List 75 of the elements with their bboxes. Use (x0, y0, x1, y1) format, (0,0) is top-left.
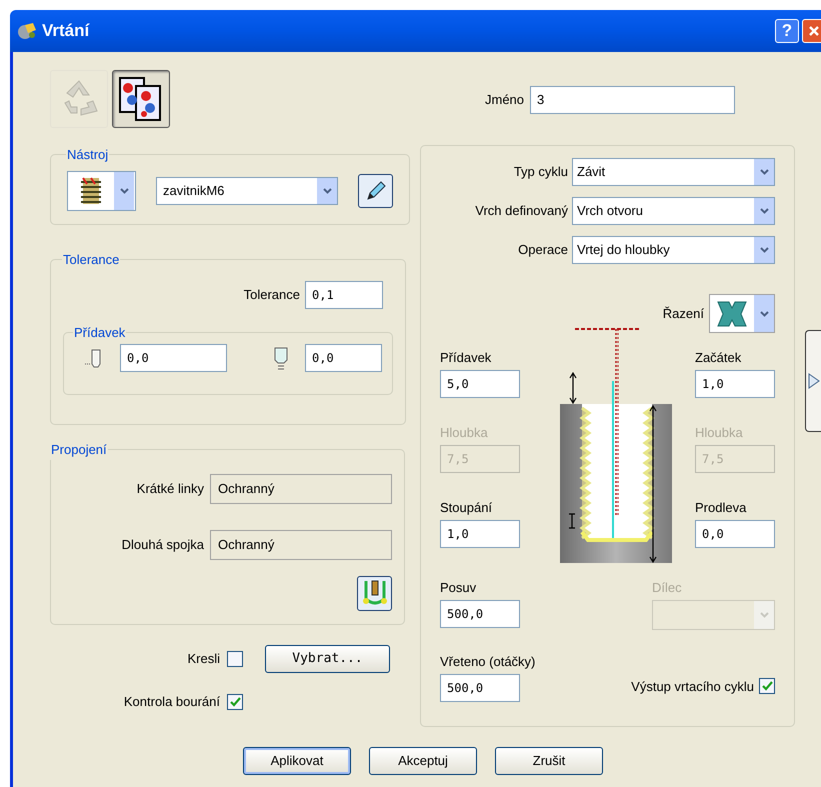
checkbox[interactable] (227, 694, 243, 710)
field-label: Krátké linky (136, 480, 204, 498)
link-moves-icon (362, 579, 388, 607)
chevron-down-icon (760, 310, 768, 316)
checkbox-label: Kontrola bourání (124, 693, 220, 711)
input-field[interactable]: 0,0 (695, 520, 775, 548)
chevron-down-icon (760, 612, 768, 618)
field-label: Prodleva (695, 499, 748, 517)
dropdown-arrow-button[interactable] (754, 295, 774, 332)
chevron-down-icon (760, 169, 768, 175)
input-field[interactable]: 500,0 (440, 674, 520, 702)
field-label: Vrch definovaný (475, 202, 568, 220)
field-label: Operace (518, 241, 568, 260)
axial-allowance-icon (272, 346, 290, 370)
readonly-field: Ochranný (210, 474, 392, 504)
field-label: Hloubka (440, 424, 489, 442)
group-title: Přídavek (73, 324, 126, 342)
dropdown[interactable]: Vrch otvoru (572, 197, 775, 225)
field-label: Stoupání (440, 499, 494, 517)
input-field[interactable]: 1,0 (440, 520, 520, 548)
close-button[interactable] (802, 19, 821, 43)
checkbox[interactable] (759, 678, 775, 694)
field-label: Vřeteno (otáčky) (440, 653, 536, 671)
dialog-button[interactable]: Zrušit (495, 747, 603, 775)
window-title: Vrtání (42, 20, 90, 42)
group-title: Tolerance (62, 251, 120, 269)
mode-button[interactable] (112, 70, 170, 128)
field-label: Přídavek (440, 349, 492, 367)
group-title: Propojení (50, 441, 108, 459)
field-label: Posuv (440, 579, 478, 597)
dropdown-arrow-button[interactable] (754, 237, 774, 263)
field-label: Tolerance (244, 286, 300, 304)
chevron-down-icon (120, 188, 128, 194)
field-label: Řazení (662, 304, 704, 323)
chevron-down-icon (760, 247, 768, 253)
field-label: Hloubka (695, 424, 744, 442)
dropdown-arrow-button[interactable] (114, 172, 134, 210)
edit-tool-button[interactable] (358, 174, 393, 208)
field-label: Typ cyklu (514, 163, 568, 182)
dropdown-arrow-button[interactable] (317, 178, 337, 204)
input-field[interactable]: 0,0 (120, 344, 227, 372)
field-label: Dílec (652, 579, 683, 597)
dropdown-arrow-button[interactable] (754, 159, 774, 185)
ordering-dropdown[interactable] (709, 294, 775, 333)
field-label: Dlouhá spojka (122, 536, 204, 554)
field-label: Začátek (695, 349, 742, 367)
pattern-icon (118, 76, 164, 122)
readonly-field: Ochranný (210, 530, 392, 560)
dropdown[interactable]: Vrtej do hloubky (572, 236, 775, 264)
dropdown-arrow-button[interactable] (754, 198, 774, 224)
checkbox-label: Kresli (187, 650, 220, 668)
expand-arrow-icon (808, 373, 820, 389)
chevron-down-icon (322, 188, 332, 194)
chevron-down-icon (760, 208, 768, 214)
group-title: Nástroj (66, 146, 110, 164)
dropdown[interactable]: Závit (572, 158, 775, 186)
dialog-button[interactable]: Vybrat... (265, 645, 390, 673)
input-field[interactable]: 500,0 (440, 600, 520, 628)
app-icon (16, 21, 38, 41)
input-field[interactable]: 3 (530, 86, 736, 114)
input-field[interactable]: 0,1 (305, 280, 383, 308)
input-field[interactable]: 5,0 (440, 370, 520, 398)
links-settings-button[interactable] (357, 576, 392, 610)
help-button[interactable]: ? (775, 19, 799, 43)
dialog-button[interactable]: Aplikovat (243, 747, 351, 775)
input-field[interactable]: 1,0 (695, 370, 775, 398)
checkbox-label: Výstup vrtacího cyklu (631, 678, 754, 696)
close-icon (808, 25, 820, 37)
input-field[interactable]: 0,0 (305, 344, 382, 372)
tool-dropdown[interactable]: zavitnikM6 (156, 176, 338, 204)
side-panel-tab[interactable] (805, 330, 821, 432)
tool-type-dropdown[interactable] (67, 170, 136, 210)
dialog-button[interactable]: Akceptuj (369, 747, 477, 775)
checkbox[interactable] (227, 651, 243, 667)
field-label: Jméno (485, 91, 524, 110)
